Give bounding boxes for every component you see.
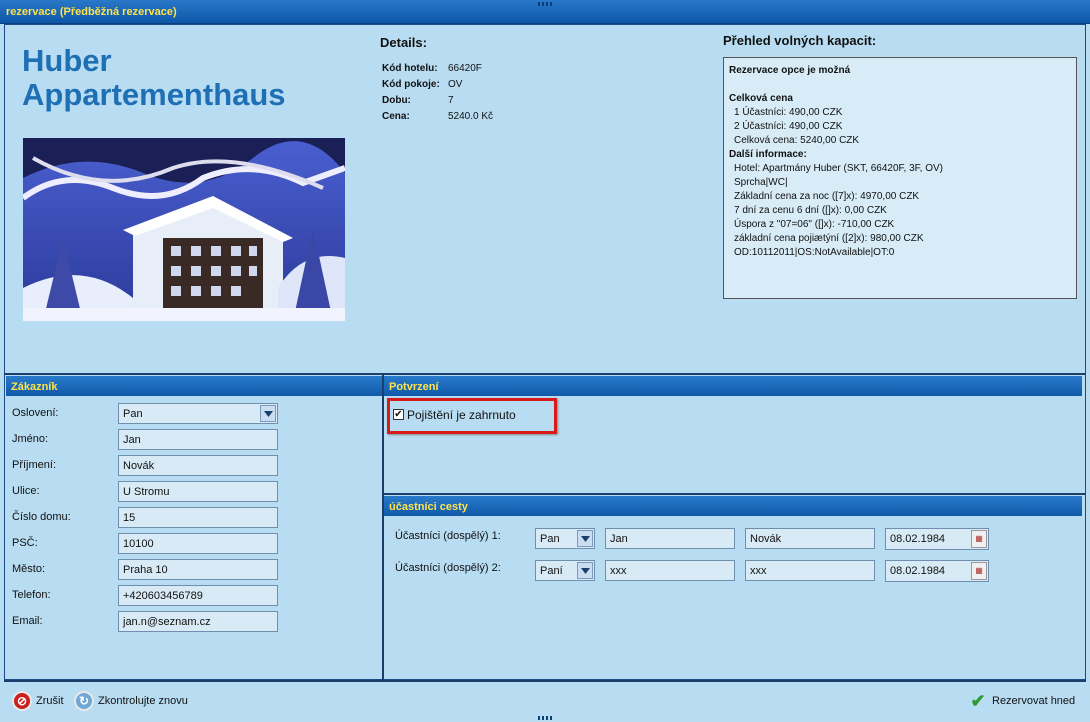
participant-birthdate-value: 08.02.1984	[890, 533, 946, 545]
participant-birthdate-value: 08.02.1984	[890, 565, 946, 577]
details-label: Dobu:	[382, 95, 411, 106]
hotel-name: Huber Appartementhaus	[22, 44, 286, 112]
info-line: OD:10112011|OS:NotAvailable|OT:0	[734, 247, 895, 258]
participant-birthdate[interactable]: 08.02.1984 ▦	[885, 560, 989, 582]
info-line: Úspora z "07=06" ([]x): -710,00 CZK	[734, 219, 895, 230]
section-divider	[384, 493, 1086, 495]
city-label: Město:	[12, 563, 46, 575]
capacity-title: Přehled volných kapacit:	[723, 33, 877, 48]
details-table: Kód hotelu: 66420F Kód pokoje: OV Dobu: 7 C…	[382, 61, 493, 125]
first-name-label: Jméno:	[12, 433, 49, 445]
insurance-checkbox[interactable]: ✔	[393, 409, 404, 420]
participant-salutation-value: Pan	[540, 533, 560, 545]
total-price-line: 2 Účastníci: 490,00 CZK	[734, 121, 843, 132]
details-value: 7	[448, 95, 454, 106]
postal-code-label: PSČ:	[12, 537, 38, 549]
details-row: Kód hotelu: 66420F	[382, 61, 493, 77]
last-name-label: Příjmení:	[12, 459, 57, 471]
hotel-name-line2: Appartementhaus	[22, 77, 286, 112]
calendar-icon[interactable]: ▦	[971, 530, 987, 548]
details-title: Details:	[380, 35, 427, 50]
info-line: Základní cena za noc ([7]x): 4970,00 CZK	[734, 191, 920, 202]
details-label: Cena:	[382, 111, 410, 122]
participant-salutation-value: Paní	[540, 565, 563, 577]
book-now-button[interactable]: ✔ Rezervovat hned	[968, 690, 1075, 712]
chevron-down-icon[interactable]	[260, 405, 276, 422]
participant-last-name[interactable]: Novák	[745, 528, 875, 549]
details-value: 66420F	[448, 63, 482, 74]
email-label: Email:	[12, 615, 43, 627]
participant-salutation-select[interactable]: Paní	[535, 560, 595, 581]
details-label: Kód pokoje:	[382, 79, 440, 90]
details-row: Cena: 5240.0 Kč	[382, 109, 493, 125]
insurance-highlight: ✔ Pojištění je zahrnuto	[387, 398, 557, 434]
details-row: Dobu: 7	[382, 93, 493, 109]
total-price-title: Celková cena	[729, 93, 793, 104]
chevron-down-icon[interactable]	[577, 530, 593, 547]
participant-last-name[interactable]: xxx	[745, 560, 875, 581]
info-line: Hotel: Apartmány Huber (SKT, 66420F, 3F,…	[734, 163, 943, 174]
details-row: Kód pokoje: OV	[382, 77, 493, 93]
participant-first-name[interactable]: xxx	[605, 560, 735, 581]
participant-birthdate[interactable]: 08.02.1984 ▦	[885, 528, 989, 550]
resize-grip-bottom[interactable]	[538, 716, 552, 720]
customer-header: Zákazník	[6, 376, 382, 396]
participants-header: účastníci cesty	[384, 496, 1082, 516]
house-number-field[interactable]: 15	[118, 507, 278, 528]
participant-label: Účastníci (dospělý) 1:	[395, 530, 501, 542]
last-name-field[interactable]: Novák	[118, 455, 278, 476]
participant-label: Účastníci (dospělý) 2:	[395, 562, 501, 574]
street-label: Ulice:	[12, 485, 40, 497]
book-now-label: Rezervovat hned	[992, 695, 1076, 707]
city-field[interactable]: Praha 10	[118, 559, 278, 580]
capacity-box: Rezervace opce je možná Celková cena 1 Ú…	[723, 57, 1077, 299]
capacity-status: Rezervace opce je možná	[729, 65, 851, 76]
total-price-line: Celková cena: 5240,00 CZK	[734, 135, 860, 146]
checkmark-icon: ✔	[970, 690, 986, 711]
salutation-select[interactable]: Pan	[118, 403, 278, 424]
resize-grip-top[interactable]	[538, 2, 552, 6]
hotel-name-line1: Huber	[22, 43, 112, 78]
info-line: základní cena pojiætýní ([2]x): 980,00 C…	[734, 233, 924, 244]
footer-bar: ⊘ Zrušit ↻ Zkontrolujte znovu ✔ Rezervov…	[4, 680, 1086, 718]
info-line: Sprcha|WC|	[734, 177, 788, 188]
details-value: 5240.0 Kč	[448, 111, 494, 122]
phone-field[interactable]: +420603456789	[118, 585, 278, 606]
cancel-button[interactable]: ⊘ Zrušit	[12, 690, 64, 712]
info-line: 7 dní za cenu 6 dní ([]x): 0,00 CZK	[734, 205, 887, 216]
hotel-photo	[23, 138, 345, 321]
insurance-label[interactable]: Pojištění je zahrnuto	[407, 408, 516, 422]
cancel-icon: ⊘	[12, 691, 32, 711]
phone-label: Telefon:	[12, 589, 51, 601]
cancel-label: Zrušit	[36, 695, 64, 707]
chevron-down-icon[interactable]	[577, 562, 593, 579]
recheck-label: Zkontrolujte znovu	[98, 695, 188, 707]
calendar-icon[interactable]: ▦	[971, 562, 987, 580]
participant-salutation-select[interactable]: Pan	[535, 528, 595, 549]
confirmation-header: Potvrzení	[384, 376, 1082, 396]
street-field[interactable]: U Stromu	[118, 481, 278, 502]
column-divider	[382, 375, 384, 680]
recheck-button[interactable]: ↻ Zkontrolujte znovu	[74, 690, 188, 712]
info-title: Další informace:	[729, 149, 807, 160]
hotel-overview: Huber Appartementhaus Details: Kód hotel…	[4, 24, 1086, 374]
refresh-icon: ↻	[74, 691, 94, 711]
first-name-field[interactable]: Jan	[118, 429, 278, 450]
postal-code-field[interactable]: 10100	[118, 533, 278, 554]
participant-first-name[interactable]: Jan	[605, 528, 735, 549]
salutation-label: Oslovení:	[12, 407, 59, 419]
section-divider	[4, 373, 1086, 375]
details-value: OV	[448, 79, 463, 90]
salutation-value: Pan	[123, 408, 143, 420]
email-field[interactable]: jan.n@seznam.cz	[118, 611, 278, 632]
house-number-label: Číslo domu:	[12, 511, 71, 523]
window-title: rezervace (Předběžná rezervace)	[6, 6, 177, 18]
total-price-line: 1 Účastníci: 490,00 CZK	[734, 107, 843, 118]
details-label: Kód hotelu:	[382, 63, 438, 74]
